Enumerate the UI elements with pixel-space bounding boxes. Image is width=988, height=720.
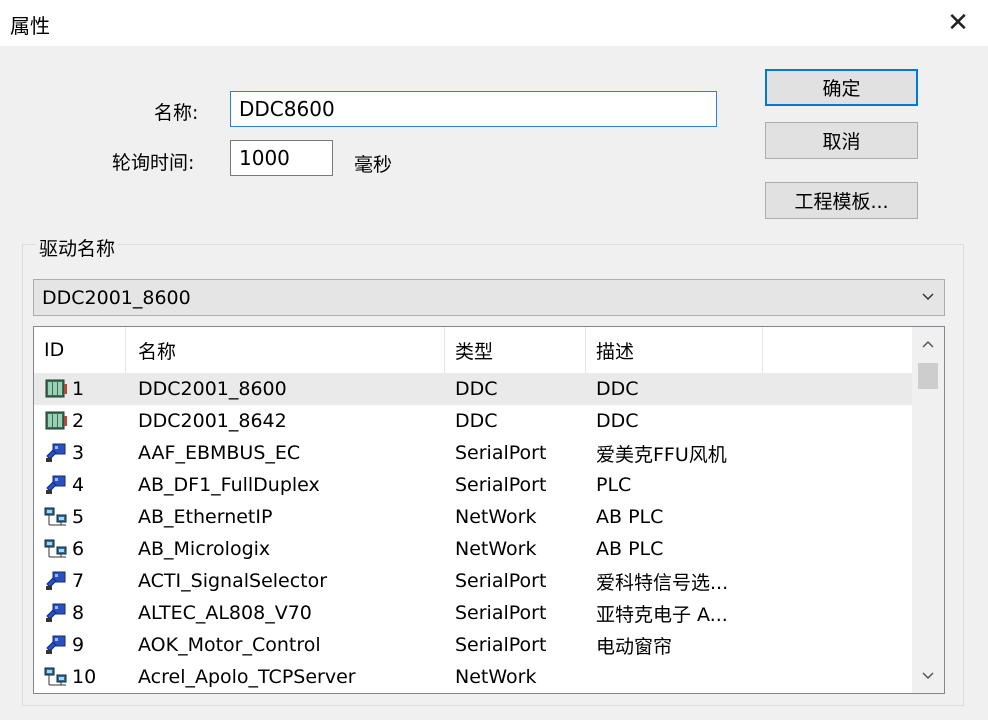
row-id-cell: 1	[34, 373, 126, 405]
row-id: 9	[72, 634, 85, 656]
serialport-icon	[44, 442, 68, 464]
row-name: ACTI_SignalSelector	[138, 570, 328, 592]
column-header-type[interactable]: 类型	[445, 327, 586, 373]
title-bar: 属性 ✕	[0, 0, 988, 46]
table-row[interactable]: 6 AB_Micrologix NetWork AB PLC	[34, 533, 912, 565]
row-name: AOK_Motor_Control	[138, 634, 321, 656]
row-id: 1	[72, 378, 85, 400]
row-name: AB_Micrologix	[138, 538, 271, 560]
column-header-name[interactable]: 名称	[126, 327, 445, 373]
ok-button[interactable]: 确定	[765, 69, 918, 106]
serialport-icon	[44, 570, 68, 592]
row-id: 5	[72, 506, 85, 528]
close-button[interactable]: ✕	[930, 2, 986, 44]
row-id: 7	[72, 570, 85, 592]
chevron-down-icon	[922, 672, 934, 680]
network-icon	[44, 666, 68, 688]
column-header-id[interactable]: ID	[34, 327, 126, 373]
row-desc: DDC	[586, 373, 763, 405]
row-name: AB_DF1_FullDuplex	[138, 474, 320, 496]
row-id-cell: 7	[34, 565, 126, 597]
row-name: DDC2001_8600	[138, 378, 287, 400]
driver-list[interactable]: ID 名称 类型 描述 1 DDC2001_8600 DDC DDC 2 DDC2001_…	[33, 326, 945, 694]
row-type: DDC	[455, 410, 498, 432]
row-name: AB_EthernetIP	[138, 506, 273, 528]
name-label: 名称:	[154, 102, 199, 124]
name-input[interactable]: DDC8600	[230, 91, 717, 127]
row-name: ALTEC_AL808_V70	[138, 602, 312, 624]
network-icon	[44, 506, 68, 528]
row-name: Acrel_Apolo_TCPServer	[138, 666, 356, 688]
table-row[interactable]: 5 AB_EthernetIP NetWork AB PLC	[34, 501, 912, 533]
row-id-cell: 10	[34, 661, 126, 693]
poll-time-input[interactable]: 1000	[230, 140, 333, 176]
driver-select-value: DDC2001_8600	[42, 286, 191, 309]
scroll-up-button[interactable]	[912, 331, 944, 359]
row-id: 8	[72, 602, 85, 624]
row-desc: DDC	[596, 410, 639, 432]
row-id: 4	[72, 474, 85, 496]
driver-select[interactable]: DDC2001_8600	[33, 279, 945, 316]
chevron-up-icon	[922, 340, 934, 348]
scroll-down-button[interactable]	[912, 661, 944, 689]
row-name: AAF_EBMBUS_EC	[138, 442, 301, 464]
row-desc: AB PLC	[596, 506, 664, 528]
poll-time-unit: 毫秒	[354, 154, 393, 176]
close-icon: ✕	[947, 8, 969, 38]
row-type: SerialPort	[455, 442, 547, 464]
table-row[interactable]: 10 Acrel_Apolo_TCPServer NetWork	[34, 661, 912, 693]
poll-time-label: 轮询时间:	[112, 152, 195, 174]
row-id-cell: 5	[34, 501, 126, 533]
row-id-cell: 9	[34, 629, 126, 661]
row-desc	[586, 661, 763, 693]
row-desc: 爱美克FFU风机	[596, 443, 727, 466]
column-header-desc[interactable]: 描述	[586, 327, 763, 373]
serialport-icon	[44, 602, 68, 624]
scroll-thumb[interactable]	[918, 363, 938, 389]
row-id: 10	[72, 666, 97, 688]
table-row[interactable]: 8 ALTEC_AL808_V70 SerialPort 亚特克电子 A...	[34, 597, 912, 629]
table-row[interactable]: 7 ACTI_SignalSelector SerialPort 爱科特信号选...	[34, 565, 912, 597]
list-header: ID 名称 类型 描述	[34, 327, 912, 373]
row-type: SerialPort	[455, 570, 547, 592]
row-id: 2	[72, 410, 85, 432]
row-desc: AB PLC	[596, 538, 664, 560]
cancel-button[interactable]: 取消	[765, 122, 918, 159]
ddc-device-icon	[44, 378, 68, 400]
row-desc: 亚特克电子 A...	[596, 603, 728, 626]
table-row[interactable]: 4 AB_DF1_FullDuplex SerialPort PLC	[34, 469, 912, 501]
row-id: 3	[72, 442, 85, 464]
serialport-icon	[44, 634, 68, 656]
ddc-device-icon	[44, 410, 68, 432]
row-desc: 电动窗帘	[596, 635, 673, 658]
row-type: NetWork	[455, 666, 537, 688]
row-id-cell: 8	[34, 597, 126, 629]
row-type: SerialPort	[455, 602, 547, 624]
row-id-cell: 2	[34, 405, 126, 437]
row-id: 6	[72, 538, 85, 560]
serialport-icon	[44, 474, 68, 496]
row-id-cell: 6	[34, 533, 126, 565]
row-desc: PLC	[596, 474, 632, 496]
row-desc: 爱科特信号选...	[596, 571, 729, 594]
row-id-cell: 4	[34, 469, 126, 501]
vertical-scrollbar[interactable]	[912, 327, 944, 693]
window-title: 属性	[10, 14, 50, 38]
table-row[interactable]: 1 DDC2001_8600 DDC DDC	[34, 373, 912, 405]
network-icon	[44, 538, 68, 560]
table-row[interactable]: 9 AOK_Motor_Control SerialPort 电动窗帘	[34, 629, 912, 661]
row-type: NetWork	[455, 506, 537, 528]
row-type: NetWork	[455, 538, 537, 560]
table-row[interactable]: 3 AAF_EBMBUS_EC SerialPort 爱美克FFU风机	[34, 437, 912, 469]
project-template-button[interactable]: 工程模板...	[765, 182, 918, 219]
row-id-cell: 3	[34, 437, 126, 469]
driver-group-title: 驱动名称	[36, 234, 119, 261]
table-row[interactable]: 2 DDC2001_8642 DDC DDC	[34, 405, 912, 437]
row-type: SerialPort	[455, 634, 547, 656]
list-rows: 1 DDC2001_8600 DDC DDC 2 DDC2001_8642 DDC DDC 3 A…	[34, 373, 912, 693]
row-type: SerialPort	[455, 474, 547, 496]
row-type: DDC	[455, 378, 498, 400]
row-name: DDC2001_8642	[138, 410, 287, 432]
chevron-down-icon	[922, 293, 934, 301]
